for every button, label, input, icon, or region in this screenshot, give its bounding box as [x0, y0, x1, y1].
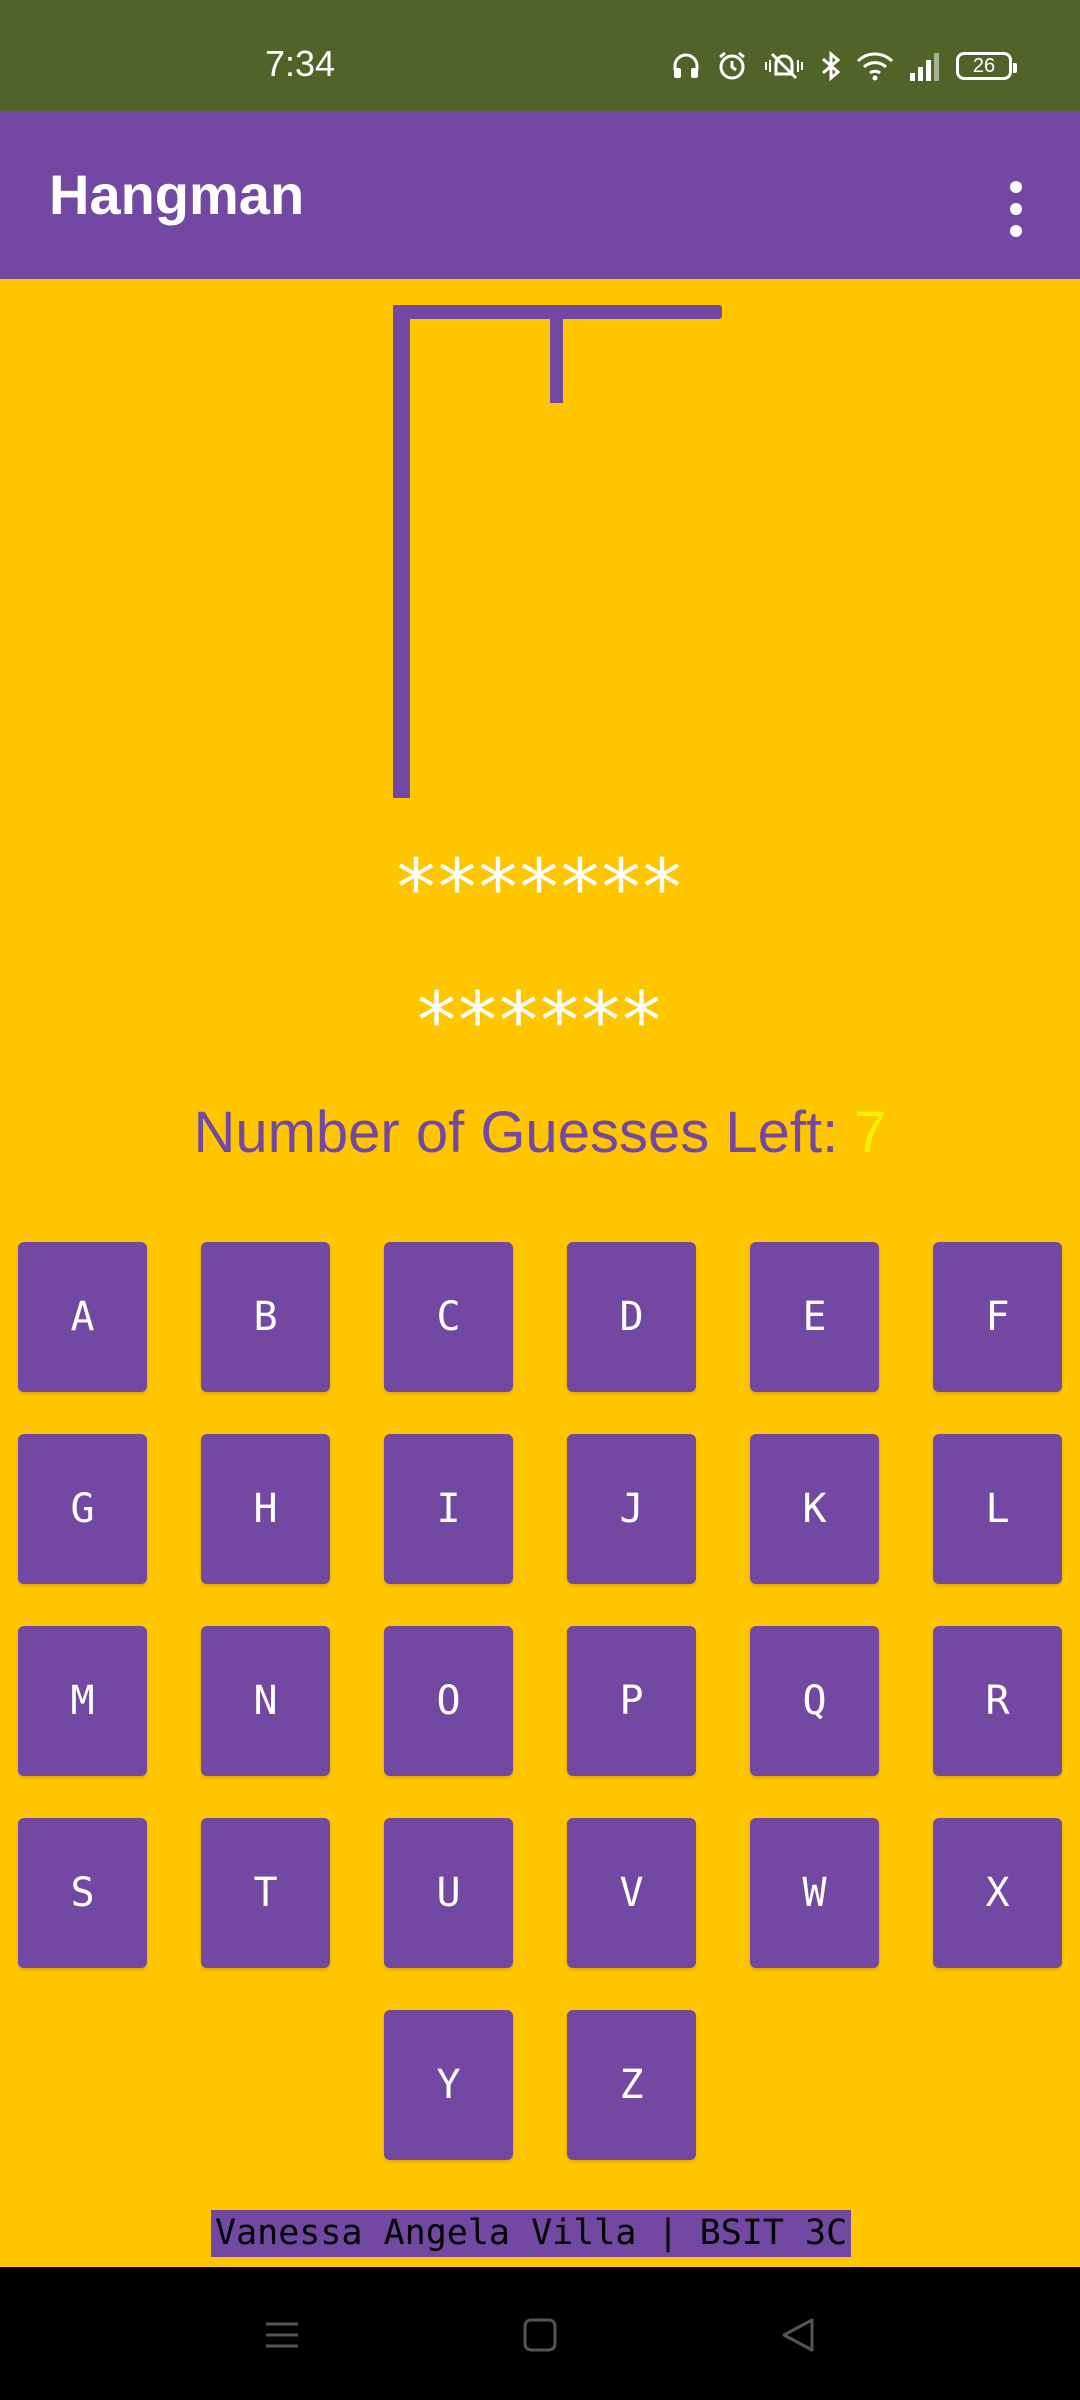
word-display-secondary: ******	[417, 977, 663, 1067]
signal-icon	[910, 53, 939, 81]
guesses-count: 7	[854, 1100, 887, 1165]
home-icon[interactable]	[510, 2305, 570, 2365]
key-r[interactable]: R	[933, 1626, 1062, 1776]
gallows-post	[393, 305, 410, 798]
gallows	[393, 305, 722, 798]
back-icon[interactable]	[768, 2305, 828, 2365]
key-l[interactable]: L	[933, 1434, 1062, 1584]
bluetooth-icon	[822, 50, 841, 82]
menu-dot	[1010, 203, 1022, 215]
key-j[interactable]: J	[567, 1434, 696, 1584]
key-m[interactable]: M	[18, 1626, 147, 1776]
key-q[interactable]: Q	[750, 1626, 879, 1776]
key-y[interactable]: Y	[384, 2010, 513, 2160]
key-w[interactable]: W	[750, 1818, 879, 1968]
key-o[interactable]: O	[384, 1626, 513, 1776]
key-p[interactable]: P	[567, 1626, 696, 1776]
key-h[interactable]: H	[201, 1434, 330, 1584]
more-vert-icon[interactable]	[986, 161, 1046, 257]
key-i[interactable]: I	[384, 1434, 513, 1584]
key-z[interactable]: Z	[567, 2010, 696, 2160]
key-x[interactable]: X	[933, 1818, 1062, 1968]
alarm-icon	[719, 51, 745, 80]
menu-dot	[1010, 181, 1022, 193]
system-nav-bar	[0, 2267, 1080, 2400]
key-g[interactable]: G	[18, 1434, 147, 1584]
status-bar: 7:34 26	[0, 0, 1080, 111]
author-credit: Vanessa Angela Villa | BSIT 3C	[211, 2210, 852, 2257]
guesses-label: Number of Guesses Left:	[193, 1100, 855, 1165]
key-c[interactable]: C	[384, 1242, 513, 1392]
status-time: 7:34	[265, 43, 336, 84]
key-t[interactable]: T	[201, 1818, 330, 1968]
status-icons: 26	[670, 50, 1017, 82]
headphones-icon	[673, 53, 699, 78]
gallows-rope	[550, 309, 563, 403]
key-b[interactable]: B	[201, 1242, 330, 1392]
key-d[interactable]: D	[567, 1242, 696, 1392]
mute-vibrate-icon	[765, 52, 803, 80]
menu-icon[interactable]	[252, 2305, 312, 2365]
app-title: Hangman	[49, 163, 305, 226]
gallows-drawing	[393, 305, 722, 798]
wifi-icon	[856, 52, 894, 81]
key-f[interactable]: F	[933, 1242, 1062, 1392]
app-bar: Hangman	[0, 111, 1080, 279]
key-u[interactable]: U	[384, 1818, 513, 1968]
menu-dot	[1010, 225, 1022, 237]
battery-icon: 26	[956, 52, 1017, 80]
word-display-primary: *******	[396, 844, 684, 934]
key-s[interactable]: S	[18, 1818, 147, 1968]
key-k[interactable]: K	[750, 1434, 879, 1584]
key-a[interactable]: A	[18, 1242, 147, 1392]
key-n[interactable]: N	[201, 1626, 330, 1776]
key-e[interactable]: E	[750, 1242, 879, 1392]
key-v[interactable]: V	[567, 1818, 696, 1968]
guesses-left-text: Number of Guesses Left: 7	[0, 1104, 1080, 1162]
